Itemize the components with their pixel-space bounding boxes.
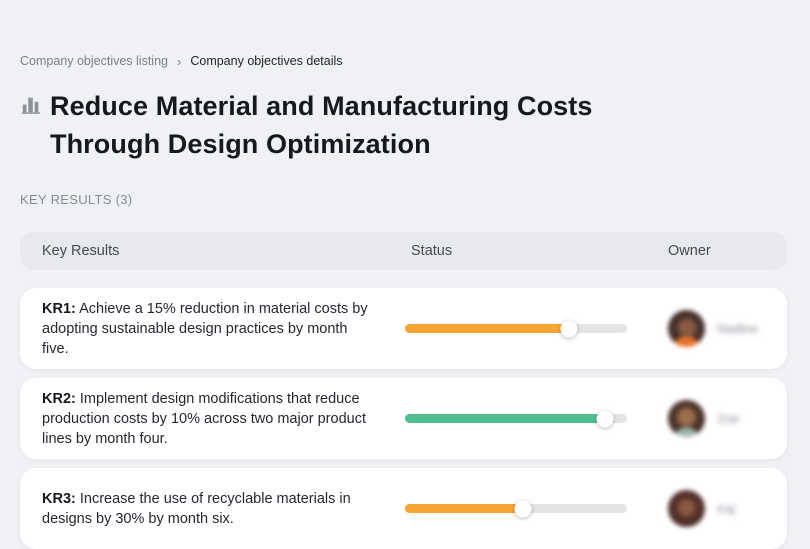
kr2-owner-cell: Zoe bbox=[668, 400, 787, 437]
kr1-owner-cell: Nadine bbox=[668, 310, 787, 347]
chevron-right-icon: › bbox=[177, 55, 181, 68]
kr3-text: Increase the use of recyclable materials… bbox=[42, 491, 351, 527]
kr2-text: Implement design modifications that redu… bbox=[42, 391, 366, 447]
kr2-status-cell bbox=[405, 414, 668, 423]
key-results-list: KR1: Achieve a 15% reduction in material… bbox=[20, 288, 787, 549]
objective-details-page: Company objectives listing › Company obj… bbox=[0, 0, 810, 549]
table-row-kr2[interactable]: KR2: Implement design modifications that… bbox=[20, 378, 787, 459]
column-header-status: Status bbox=[405, 243, 668, 259]
owner-name: Iraj bbox=[717, 501, 735, 516]
kr1-progress-fill bbox=[405, 324, 569, 333]
kr1-text: Achieve a 15% reduction in material cost… bbox=[42, 301, 368, 357]
kr2-progress-fill bbox=[405, 414, 605, 423]
title-row: Reduce Material and Manufacturing Costs … bbox=[20, 87, 787, 163]
kr2-description: KR2: Implement design modifications that… bbox=[42, 389, 372, 449]
kr3-status-cell bbox=[405, 504, 668, 513]
kr1-progress-knob[interactable] bbox=[561, 320, 578, 337]
kr1-progress-slider[interactable] bbox=[405, 324, 627, 333]
avatar bbox=[668, 400, 705, 437]
table-header: Key Results Status Owner bbox=[20, 232, 787, 270]
avatar bbox=[668, 310, 705, 347]
kr3-label: KR3: bbox=[42, 491, 76, 507]
kr1-description: KR1: Achieve a 15% reduction in material… bbox=[42, 299, 372, 359]
kr3-owner-cell: Iraj bbox=[668, 490, 787, 527]
breadcrumb-objectives-details: Company objectives details bbox=[190, 54, 342, 68]
table-row-kr3[interactable]: KR3: Increase the use of recyclable mate… bbox=[20, 468, 787, 549]
kr2-label: KR2: bbox=[42, 391, 76, 407]
table-row-kr1[interactable]: KR1: Achieve a 15% reduction in material… bbox=[20, 288, 787, 369]
kr2-progress-knob[interactable] bbox=[596, 410, 613, 427]
column-header-owner: Owner bbox=[668, 243, 787, 259]
page-title: Reduce Material and Manufacturing Costs … bbox=[50, 87, 630, 163]
kr1-label: KR1: bbox=[42, 301, 76, 317]
column-header-key-results: Key Results bbox=[42, 243, 405, 259]
buildings-icon bbox=[20, 94, 42, 121]
breadcrumb-objectives-listing[interactable]: Company objectives listing bbox=[20, 54, 168, 68]
kr3-progress-fill bbox=[405, 504, 523, 513]
owner-name: Zoe bbox=[717, 411, 739, 426]
kr1-status-cell bbox=[405, 324, 668, 333]
kr3-progress-knob[interactable] bbox=[514, 500, 531, 517]
breadcrumb: Company objectives listing › Company obj… bbox=[20, 0, 787, 68]
owner-name: Nadine bbox=[717, 321, 758, 336]
kr3-description: KR3: Increase the use of recyclable mate… bbox=[42, 489, 372, 529]
key-results-count-label: KEY RESULTS (3) bbox=[20, 192, 787, 207]
avatar bbox=[668, 490, 705, 527]
kr2-progress-slider[interactable] bbox=[405, 414, 627, 423]
kr3-progress-slider[interactable] bbox=[405, 504, 627, 513]
